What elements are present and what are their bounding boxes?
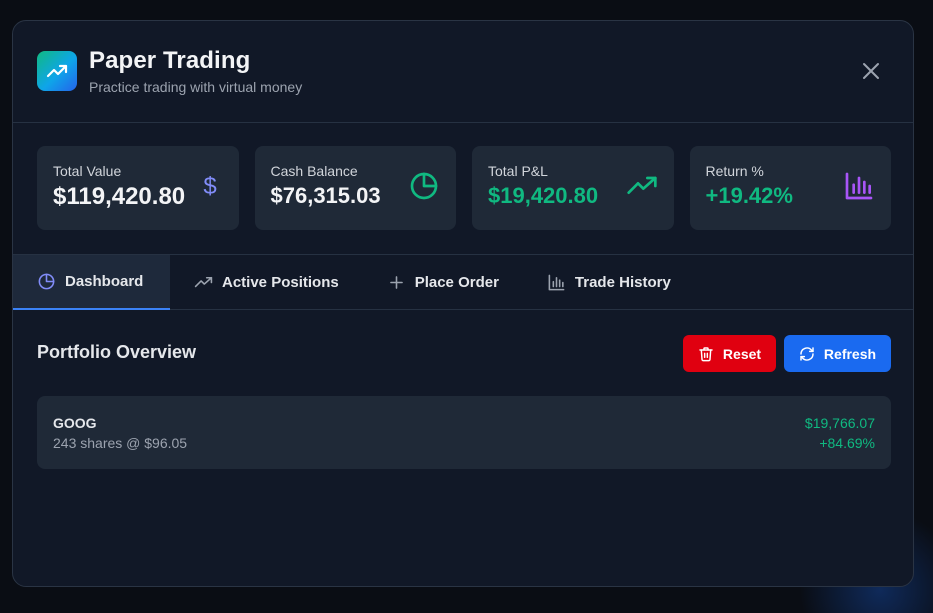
stats-row: Total Value $119,420.80 $ Cash Balance $… <box>37 146 891 230</box>
stat-card-return-pct: Return % +19.42% <box>689 146 891 230</box>
tab-dashboard[interactable]: Dashboard <box>13 255 170 310</box>
trash-icon <box>698 346 714 362</box>
pie-chart-icon <box>408 170 440 202</box>
refresh-icon <box>799 346 815 362</box>
tab-label: Dashboard <box>65 273 144 290</box>
trending-up-icon <box>194 273 213 292</box>
trending-up-icon <box>626 170 658 202</box>
tab-label: Trade History <box>574 274 671 291</box>
stat-card-total-pnl: Total P&L $19,420.80 <box>472 146 674 230</box>
close-icon <box>863 63 879 79</box>
stat-card-cash-balance: Cash Balance $76,315.03 <box>254 146 456 230</box>
pie-chart-icon <box>37 272 56 291</box>
stat-card-total-value: Total Value $119,420.80 $ <box>37 146 239 230</box>
position-symbol: GOOG <box>53 415 97 431</box>
position-row[interactable]: GOOG 243 shares @ $96.05 $19,766.07 +84.… <box>37 396 891 469</box>
reset-label: Reset <box>722 345 762 362</box>
modal-header: Paper Trading Practice trading with virt… <box>13 21 913 123</box>
tab-trade-history[interactable]: Trade History <box>523 255 695 310</box>
position-change: +84.69% <box>819 435 875 451</box>
trending-up-icon <box>37 51 77 91</box>
section-title: Portfolio Overview <box>37 342 197 362</box>
modal-title: Paper Trading <box>89 47 251 74</box>
position-value: $19,766.07 <box>804 415 875 431</box>
dollar-icon: $ <box>203 173 217 200</box>
modal-subtitle: Practice trading with virtual money <box>89 79 303 95</box>
refresh-button[interactable]: Refresh <box>784 335 891 372</box>
refresh-label: Refresh <box>823 345 877 362</box>
stat-value: $119,420.80 <box>53 183 186 210</box>
bar-chart-icon <box>843 170 875 202</box>
stat-label: Total Value <box>53 163 122 179</box>
tab-label: Place Order <box>414 274 499 291</box>
plus-icon <box>387 273 406 292</box>
tab-place-order[interactable]: Place Order <box>363 255 523 310</box>
close-button[interactable] <box>859 59 883 83</box>
bar-chart-icon <box>547 273 566 292</box>
tab-bar: Dashboard Active Positions Place Order T… <box>13 254 913 310</box>
paper-trading-modal: Paper Trading Practice trading with virt… <box>12 20 914 587</box>
position-detail: 243 shares @ $96.05 <box>53 435 188 451</box>
tab-label: Active Positions <box>222 274 339 291</box>
tab-active-positions[interactable]: Active Positions <box>170 255 363 310</box>
reset-button[interactable]: Reset <box>683 335 776 372</box>
